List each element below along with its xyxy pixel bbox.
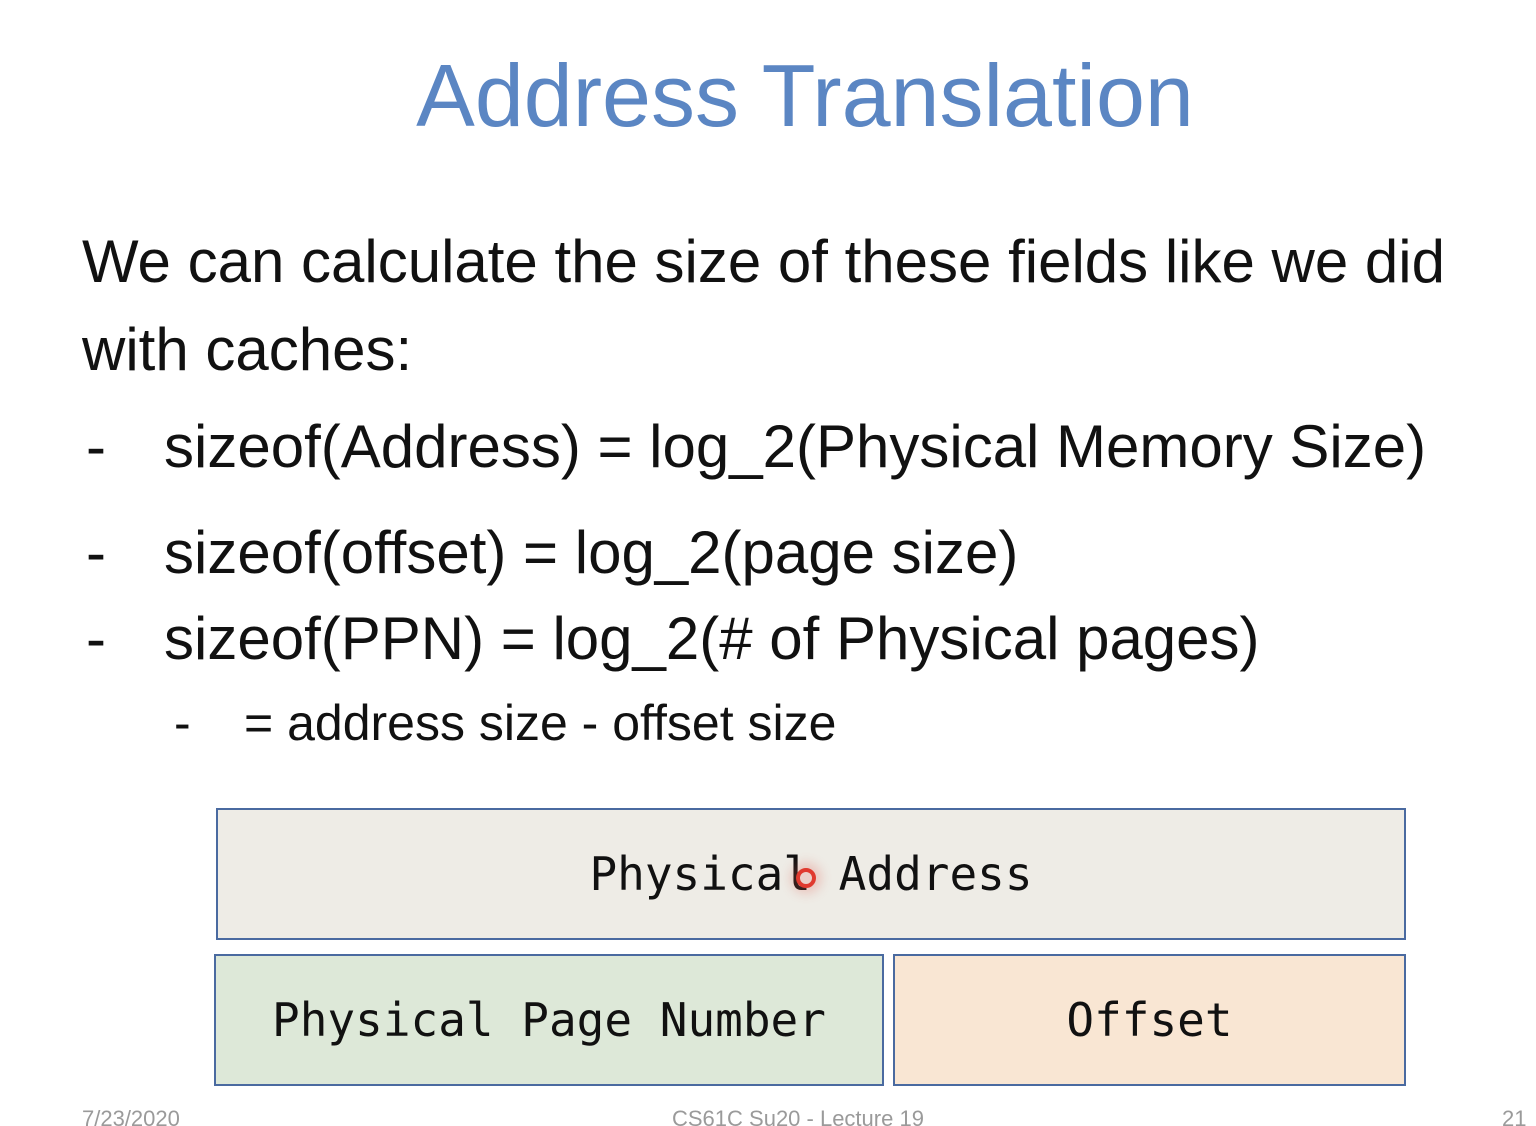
bullet-text: sizeof(PPN) = log_2(# of Physical pages) xyxy=(164,605,1260,672)
physical-page-number-box: Physical Page Number xyxy=(214,954,884,1086)
footer-course: CS61C Su20 - Lecture 19 xyxy=(672,1106,924,1126)
bullet-dash: - xyxy=(86,519,106,586)
footer-date: 7/23/2020 xyxy=(82,1106,180,1126)
offset-box: Offset xyxy=(893,954,1406,1086)
bullet-text: sizeof(Address) = log_2(Physical Memory … xyxy=(164,413,1427,480)
intro-text: We can calculate the size of these field… xyxy=(82,228,1445,383)
offset-label: Offset xyxy=(1066,993,1233,1047)
bullet-text: sizeof(offset) = log_2(page size) xyxy=(164,519,1019,586)
footer-page-number: 21 xyxy=(1502,1106,1527,1126)
physical-page-number-label: Physical Page Number xyxy=(272,993,826,1047)
bullet-text: = address size - offset size xyxy=(244,695,837,751)
pointer-cursor-icon xyxy=(796,868,816,888)
slide-title: Address Translation xyxy=(416,46,1194,145)
slide: Address Translation We can calculate the… xyxy=(0,0,1536,1126)
bullet-dash: - xyxy=(174,695,191,751)
bullet-dash: - xyxy=(86,413,106,480)
bullet-dash: - xyxy=(86,605,106,672)
